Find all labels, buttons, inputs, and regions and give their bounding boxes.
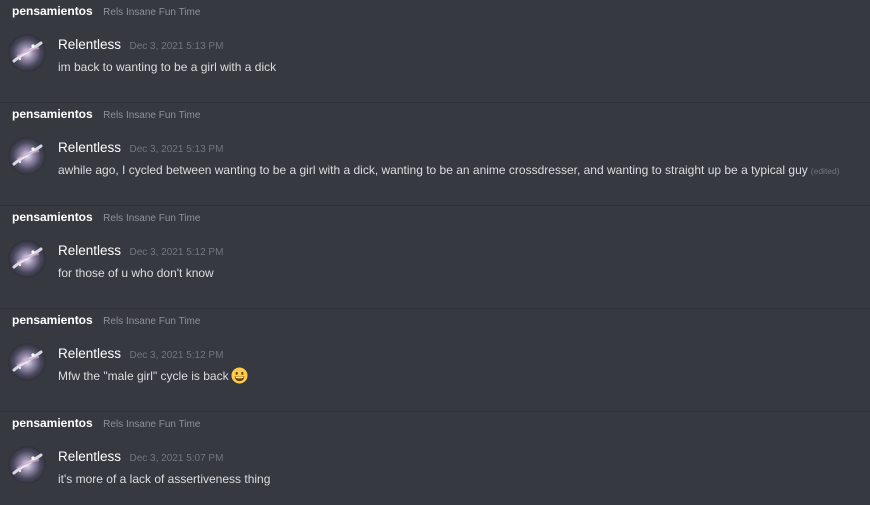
galaxy-avatar-icon[interactable]	[8, 240, 46, 278]
message-author-line: Relentless Dec 3, 2021 5:07 PM	[58, 448, 223, 466]
message-body: awhile ago, I cycled between wanting to …	[58, 163, 808, 177]
timestamp: Dec 3, 2021 5:07 PM	[129, 453, 224, 464]
message-author-line: Relentless Dec 3, 2021 5:13 PM	[58, 139, 223, 157]
timestamp: Dec 3, 2021 5:13 PM	[129, 144, 224, 155]
message-text: for those of u who don't know	[58, 263, 214, 283]
server-name: Rels Insane Fun Time	[103, 7, 201, 18]
channel-name[interactable]: pensamientos	[12, 4, 93, 18]
message-body: for those of u who don't know	[58, 266, 214, 280]
server-name: Rels Insane Fun Time	[103, 110, 201, 121]
message-text: im back to wanting to be a girl with a d…	[58, 57, 276, 77]
username[interactable]: Relentless	[58, 449, 121, 464]
result-header: pensamientos Rels Insane Fun Time	[12, 3, 200, 19]
search-result[interactable]: pensamientos Rels Insane Fun Time Relent…	[0, 206, 870, 309]
result-header: pensamientos Rels Insane Fun Time	[12, 209, 200, 225]
server-name: Rels Insane Fun Time	[103, 213, 201, 224]
username[interactable]: Relentless	[58, 346, 121, 361]
galaxy-avatar-icon[interactable]	[8, 34, 46, 72]
galaxy-avatar-icon[interactable]	[8, 137, 46, 175]
channel-name[interactable]: pensamientos	[12, 313, 93, 327]
search-result[interactable]: pensamientos Rels Insane Fun Time Relent…	[0, 0, 870, 103]
grinning-face-emoji-icon	[231, 367, 248, 384]
channel-name[interactable]: pensamientos	[12, 210, 93, 224]
search-result[interactable]: pensamientos Rels Insane Fun Time Relent…	[0, 412, 870, 505]
message-body: Mfw the "male girl" cycle is back	[58, 369, 229, 383]
username[interactable]: Relentless	[58, 37, 121, 52]
message-body: it's more of a lack of assertiveness thi…	[58, 472, 271, 486]
result-header: pensamientos Rels Insane Fun Time	[12, 106, 200, 122]
message-text: Mfw the "male girl" cycle is back	[58, 366, 248, 386]
result-header: pensamientos Rels Insane Fun Time	[12, 312, 200, 328]
search-result[interactable]: pensamientos Rels Insane Fun Time Relent…	[0, 309, 870, 412]
username[interactable]: Relentless	[58, 140, 121, 155]
server-name: Rels Insane Fun Time	[103, 419, 201, 430]
message-author-line: Relentless Dec 3, 2021 5:12 PM	[58, 242, 223, 260]
timestamp: Dec 3, 2021 5:13 PM	[129, 41, 224, 52]
message-author-line: Relentless Dec 3, 2021 5:13 PM	[58, 36, 223, 54]
username[interactable]: Relentless	[58, 243, 121, 258]
result-header: pensamientos Rels Insane Fun Time	[12, 415, 200, 431]
search-result[interactable]: pensamientos Rels Insane Fun Time Relent…	[0, 103, 870, 206]
galaxy-avatar-icon[interactable]	[8, 343, 46, 381]
message-author-line: Relentless Dec 3, 2021 5:12 PM	[58, 345, 223, 363]
edited-label: (edited)	[810, 166, 840, 176]
message-text: awhile ago, I cycled between wanting to …	[58, 160, 840, 180]
server-name: Rels Insane Fun Time	[103, 316, 201, 327]
message-body: im back to wanting to be a girl with a d…	[58, 60, 277, 74]
message-text: it's more of a lack of assertiveness thi…	[58, 469, 270, 489]
message-search-results: pensamientos Rels Insane Fun Time Relent…	[0, 0, 870, 505]
galaxy-avatar-icon[interactable]	[8, 446, 46, 484]
timestamp: Dec 3, 2021 5:12 PM	[129, 350, 224, 361]
channel-name[interactable]: pensamientos	[12, 416, 93, 430]
channel-name[interactable]: pensamientos	[12, 107, 93, 121]
timestamp: Dec 3, 2021 5:12 PM	[129, 247, 224, 258]
